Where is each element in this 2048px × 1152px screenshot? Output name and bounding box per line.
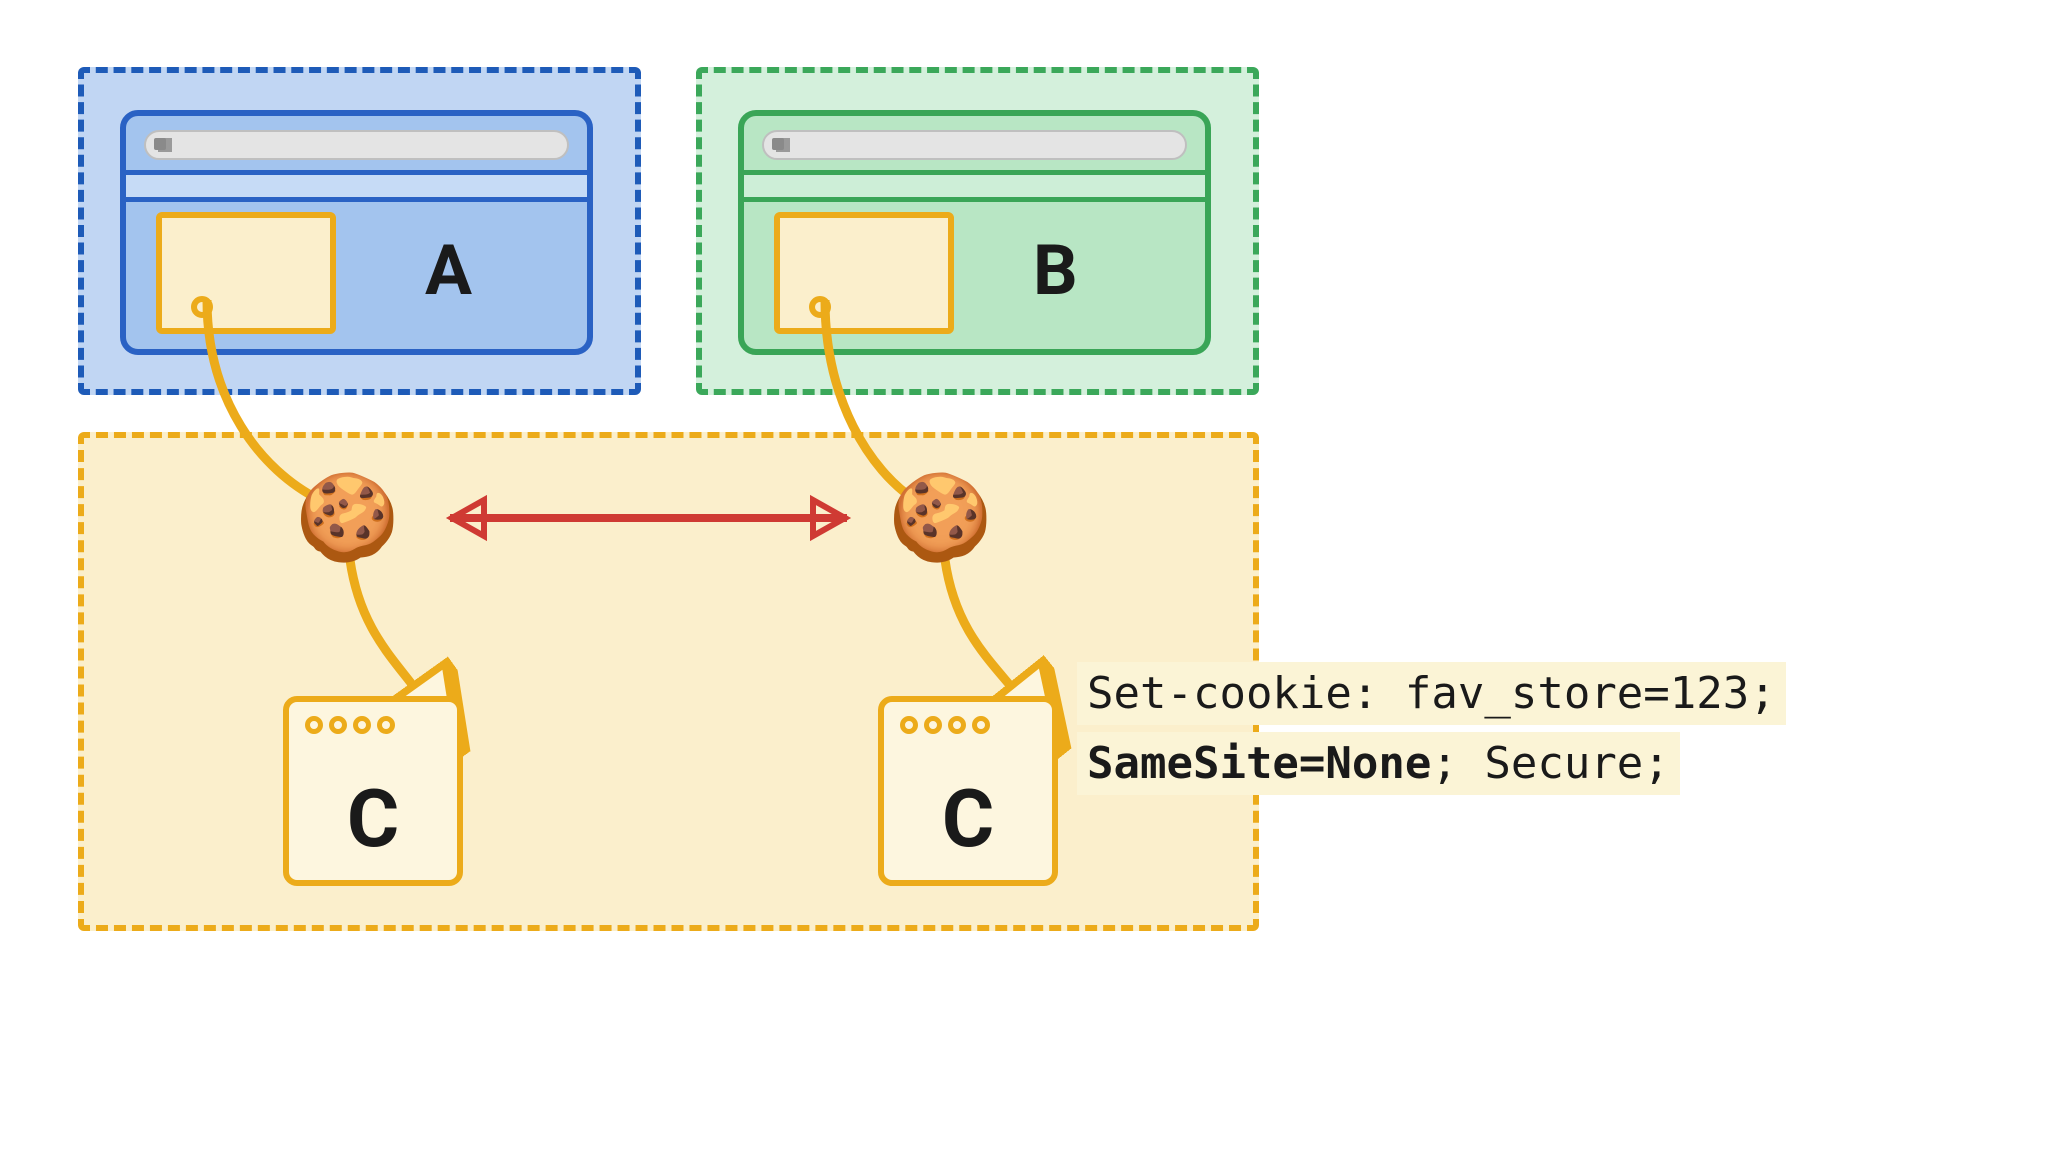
iframe-origin-dot (809, 296, 831, 318)
site-b-label: B (1033, 230, 1078, 312)
service-c-instance: C (878, 696, 1058, 886)
service-c-label: C (884, 772, 1052, 866)
iframe-origin-dot (191, 296, 213, 318)
address-bar (762, 130, 1187, 160)
samesite-attr: SameSite=None (1087, 738, 1431, 789)
lock-icon (154, 138, 166, 150)
address-bar (144, 130, 569, 160)
toolbar (126, 170, 587, 202)
embedded-iframe-b (774, 212, 954, 334)
site-a-label: A (425, 230, 472, 312)
cookie-icon: 🍪 (295, 476, 400, 560)
window-dots-icon (305, 716, 401, 738)
lock-icon (772, 138, 784, 150)
service-c-instance: C (283, 696, 463, 886)
set-cookie-header-line2: SameSite=None; Secure; (1077, 732, 1680, 795)
toolbar (744, 170, 1205, 202)
window-dots-icon (900, 716, 996, 738)
embedded-iframe-a (156, 212, 336, 334)
cookie-icon: 🍪 (888, 476, 993, 560)
set-cookie-header-line1: Set-cookie: fav_store=123; (1077, 662, 1786, 725)
service-c-label: C (289, 772, 457, 866)
browser-b (738, 110, 1211, 355)
diagram-root: A B 🍪 🍪 C C (0, 0, 2048, 1152)
bidirectional-arrow (422, 488, 875, 548)
browser-a (120, 110, 593, 355)
secure-attr: ; Secure; (1431, 738, 1669, 789)
